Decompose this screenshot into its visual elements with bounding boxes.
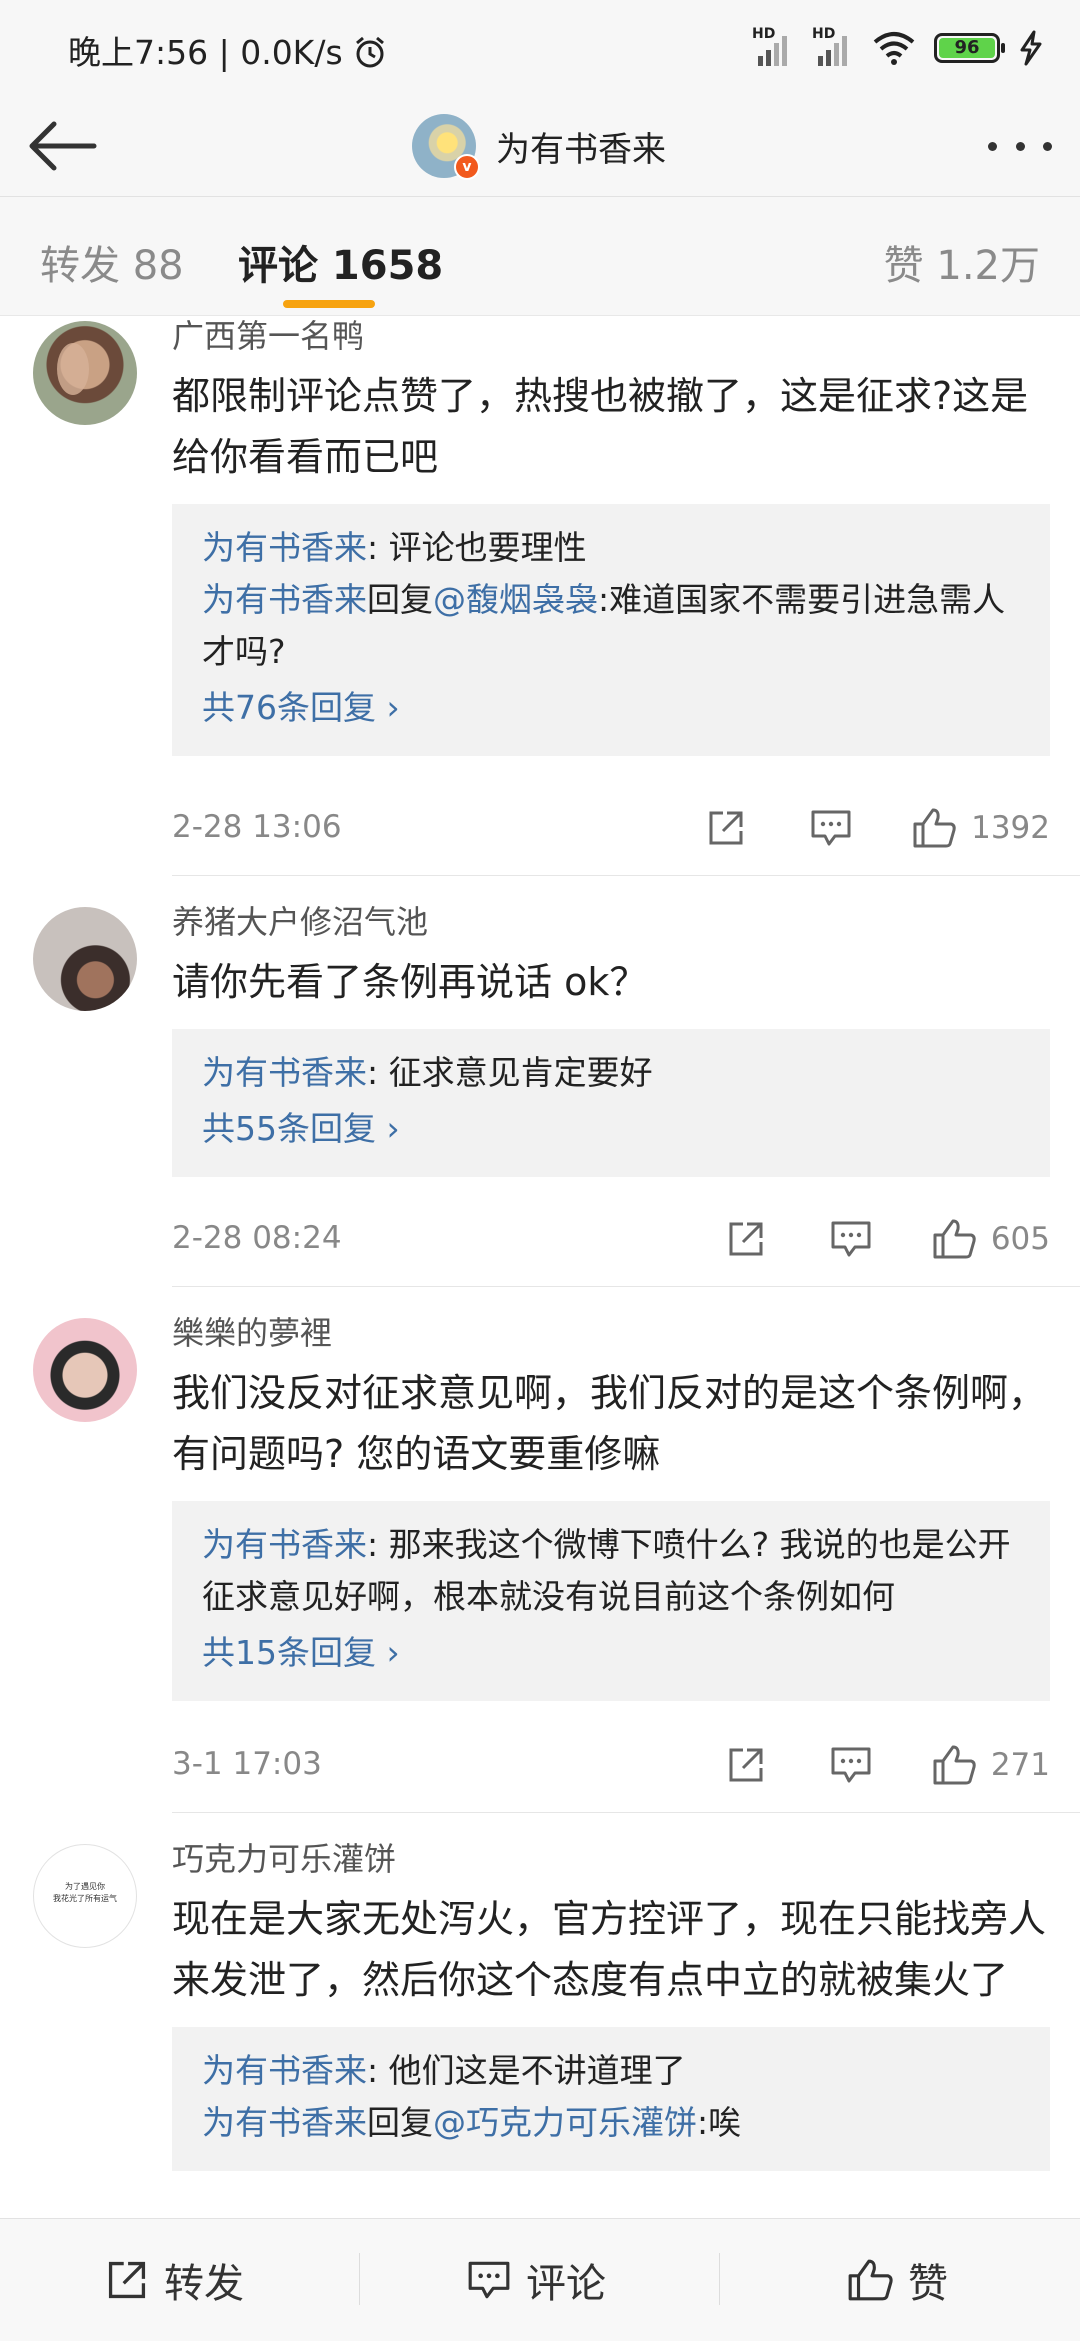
signal-icon-2: HD bbox=[812, 26, 854, 68]
repost-icon bbox=[108, 2261, 146, 2299]
signal-icon-1: HD bbox=[752, 26, 794, 68]
reply-item: 为有书香来: 评论也要理性 bbox=[202, 528, 587, 567]
share-icon[interactable] bbox=[725, 1744, 767, 1786]
verified-badge: v bbox=[454, 154, 480, 180]
comment-date: 3-1 17:03 bbox=[172, 1746, 322, 1782]
bottom-action-bar: 转发 评论 赞 bbox=[0, 2218, 1080, 2341]
more-replies-link[interactable]: 共76条回复 › bbox=[202, 682, 1020, 734]
comment-username[interactable]: 养猪大户修沼气池 bbox=[172, 902, 1050, 942]
alarm-icon bbox=[356, 36, 385, 68]
comment-date: 2-28 13:06 bbox=[172, 809, 342, 845]
comment-icon[interactable] bbox=[809, 808, 853, 848]
comment-button[interactable]: 评论 bbox=[466, 2219, 606, 2341]
user-avatar[interactable] bbox=[33, 907, 137, 1011]
like-icon[interactable] bbox=[931, 1217, 977, 1261]
comment-date: 2-28 08:24 bbox=[172, 1220, 342, 1256]
mention-link[interactable]: @馥烟袅袅 bbox=[433, 580, 598, 619]
divider bbox=[172, 875, 1080, 876]
like-bar-icon bbox=[848, 2259, 893, 2301]
comment-icon[interactable] bbox=[829, 1219, 873, 1259]
comment-footer: 2-28 13:06 1392 bbox=[172, 803, 1050, 853]
reply-item: 为有书香来: 他们这是不讲道理了 bbox=[202, 2051, 686, 2090]
tab-bar: 转发 88 评论 1658 赞 1.2万 bbox=[0, 197, 1080, 316]
separator bbox=[359, 2253, 360, 2305]
wifi-icon bbox=[873, 32, 915, 65]
more-options-icon[interactable] bbox=[988, 134, 1052, 158]
like-count: 271 bbox=[990, 1747, 1050, 1783]
reply-username[interactable]: 为有书香来 bbox=[202, 1525, 367, 1564]
reply-username[interactable]: 为有书香来 bbox=[202, 1053, 367, 1092]
user-avatar[interactable]: 为了遇见你 我花光了所有运气 bbox=[33, 1844, 137, 1948]
like-icon[interactable] bbox=[911, 806, 957, 850]
battery-icon: 96 bbox=[934, 33, 1005, 63]
user-avatar[interactable] bbox=[33, 321, 137, 425]
top-nav-bar: v 为有书香来 bbox=[0, 96, 1080, 197]
comment-icon[interactable] bbox=[829, 1745, 873, 1785]
comment-text: 都限制评论点赞了，热搜也被撤了，这是征求?这是给你看看而已吧 bbox=[172, 374, 1029, 479]
reply-item: 为有书香来: 征求意见肯定要好 bbox=[202, 1053, 653, 1092]
reply-username[interactable]: 为有书香来 bbox=[202, 580, 367, 619]
more-replies-link[interactable]: 共15条回复 › bbox=[202, 1627, 1020, 1679]
divider bbox=[172, 1286, 1080, 1287]
reply-item: 为有书香来: 那来我这个微博下喷什么? 我说的也是公开征求意见好啊，根本就没有说… bbox=[202, 1525, 1011, 1616]
repost-button[interactable]: 转发 bbox=[104, 2219, 244, 2341]
like-count: 605 bbox=[990, 1221, 1050, 1257]
comment-username[interactable]: 巧克力可乐灌饼 bbox=[172, 1839, 1050, 1879]
reply-username[interactable]: 为有书香来 bbox=[202, 2051, 367, 2090]
tab-comments[interactable]: 评论 1658 bbox=[238, 233, 443, 291]
header-profile[interactable]: v 为有书香来 bbox=[412, 106, 666, 186]
comment-text: 现在是大家无处泻火，官方控评了，现在只能找旁人来发泄了，然后你这个态度有点中立的… bbox=[172, 1897, 1047, 2002]
divider bbox=[172, 1812, 1080, 1813]
comment-text: 请你先看了条例再说话 ok？ bbox=[172, 960, 648, 1004]
reply-username[interactable]: 为有书香来 bbox=[202, 528, 367, 567]
more-replies-link[interactable]: 共55条回复 › bbox=[202, 1103, 1020, 1155]
tab-likes[interactable]: 赞 1.2万 bbox=[884, 233, 1040, 291]
tab-repost[interactable]: 转发 88 bbox=[40, 233, 184, 291]
like-icon[interactable] bbox=[931, 1743, 977, 1787]
reply-box[interactable]: 为有书香来: 他们这是不讲道理了 为有书香来回复@巧克力可乐灌饼:唉 bbox=[172, 2027, 1050, 2171]
back-arrow-icon[interactable] bbox=[26, 118, 98, 174]
active-tab-indicator bbox=[283, 300, 375, 308]
avatar-caption: 为了遇见你 我花光了所有运气 bbox=[53, 1882, 117, 1903]
reply-box[interactable]: 为有书香来: 征求意见肯定要好 共55条回复 › bbox=[172, 1029, 1050, 1177]
charging-icon bbox=[1020, 30, 1042, 66]
page-title: 为有书香来 bbox=[496, 129, 666, 170]
comment-footer: 3-1 17:03 271 bbox=[172, 1740, 1050, 1790]
separator bbox=[719, 2253, 720, 2305]
share-icon[interactable] bbox=[705, 807, 747, 849]
reply-item: 为有书香来回复@巧克力可乐灌饼:唉 bbox=[202, 2103, 742, 2142]
mention-link[interactable]: @巧克力可乐灌饼 bbox=[433, 2103, 697, 2142]
share-icon[interactable] bbox=[725, 1218, 767, 1260]
comment-username[interactable]: 广西第一名鸭 bbox=[172, 316, 1050, 356]
reply-box[interactable]: 为有书香来: 那来我这个微博下喷什么? 我说的也是公开征求意见好啊，根本就没有说… bbox=[172, 1501, 1050, 1701]
reply-box[interactable]: 为有书香来: 评论也要理性 为有书香来回复@馥烟袅袅:难道国家不需要引进急需人才… bbox=[172, 504, 1050, 756]
reply-username[interactable]: 为有书香来 bbox=[202, 2103, 367, 2142]
comment-text: 我们没反对征求意见啊，我们反对的是这个条例啊，有问题吗? 您的语文要重修嘛 bbox=[172, 1371, 1047, 1476]
reply-item: 为有书香来回复@馥烟袅袅:难道国家不需要引进急需人才吗? bbox=[202, 580, 1006, 671]
like-button[interactable]: 赞 bbox=[846, 2219, 948, 2341]
status-time: 晚上7:56 | 0.0K/s bbox=[68, 26, 387, 74]
header-avatar[interactable]: v bbox=[412, 114, 480, 180]
status-bar: 晚上7:56 | 0.0K/s HD HD 96 bbox=[0, 0, 1080, 96]
user-avatar[interactable] bbox=[33, 1318, 137, 1422]
like-count: 1392 bbox=[971, 810, 1050, 846]
comment-bar-icon bbox=[468, 2261, 510, 2299]
comment-footer: 2-28 08:24 605 bbox=[172, 1214, 1050, 1264]
comment-username[interactable]: 樂樂的夢裡 bbox=[172, 1313, 1050, 1353]
